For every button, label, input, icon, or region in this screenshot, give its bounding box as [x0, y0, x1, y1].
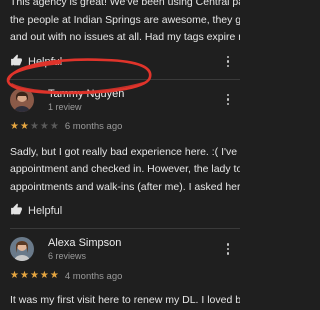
review-item: Alexa Simpson 6 reviews ★ ★ ★ ★ ★ 4 mont… — [0, 229, 250, 310]
star-icon: ★ — [49, 120, 59, 132]
author-name[interactable]: Alexa Simpson — [48, 237, 121, 249]
review-text-line[interactable]: and out with no issues at all. Had my ta… — [10, 29, 240, 47]
review-text-line: Sadly, but I got really bad experience h… — [10, 145, 240, 158]
review-list: This agency is great! We've been using C… — [0, 0, 250, 310]
star-icon: ★ — [29, 120, 39, 132]
helpful-button[interactable]: Helpful — [10, 54, 62, 70]
more-vertical-icon[interactable] — [220, 241, 236, 257]
author-info: Alexa Simpson 6 reviews — [48, 237, 121, 261]
author-row[interactable]: Alexa Simpson 6 reviews — [10, 229, 240, 269]
author-row[interactable]: Tammy Nguyen 1 review — [10, 80, 240, 120]
author-info: Tammy Nguyen 1 review — [48, 88, 124, 112]
author-review-count: 6 reviews — [48, 251, 87, 261]
thumbs-up-icon — [10, 54, 23, 70]
rating-row: ★ ★ ★ ★ ★ 4 months ago — [10, 269, 240, 283]
star-icon: ★ — [19, 120, 29, 132]
star-icon: ★ — [39, 120, 49, 132]
review-text-line: This agency is great! We've been using C… — [10, 0, 240, 8]
star-icon: ★ — [39, 270, 49, 281]
avatar[interactable] — [10, 237, 34, 261]
star-icon: ★ — [10, 270, 19, 281]
more-vertical-icon[interactable] — [220, 54, 236, 70]
helpful-label: Helpful — [28, 55, 63, 68]
review-time: 4 months ago — [64, 270, 123, 282]
review-item: Tammy Nguyen 1 review ★ ★ ★ ★ ★ 6 months… — [0, 80, 250, 229]
review-text-line: appointment and checked in. However, the… — [10, 163, 240, 175]
review-time: 6 months ago — [64, 121, 123, 132]
review-text-line: It was my first visit here to renew my D… — [10, 294, 240, 306]
star-rating: ★ ★ ★ ★ ★ — [10, 271, 59, 281]
review-actions: Helpful — [10, 196, 240, 226]
rating-row: ★ ★ ★ ★ ★ 6 months ago — [10, 120, 240, 134]
review-text-line[interactable]: appointments and walk-ins (after me). I … — [10, 179, 240, 197]
review-actions: Helpful — [10, 47, 240, 77]
more-vertical-icon[interactable] — [220, 92, 236, 108]
review-text-line: the people at Indian Springs are awesome… — [10, 13, 240, 26]
star-rating: ★ ★ ★ ★ ★ — [10, 120, 59, 132]
helpful-label: Helpful — [28, 205, 63, 217]
avatar[interactable] — [10, 87, 34, 112]
review-item: This agency is great! We've been using C… — [0, 0, 250, 80]
star-icon: ★ — [10, 120, 19, 132]
helpful-button[interactable]: Helpful — [10, 203, 62, 219]
thumbs-up-icon — [10, 203, 23, 219]
star-icon: ★ — [19, 270, 29, 281]
star-icon: ★ — [49, 270, 59, 281]
author-name[interactable]: Tammy Nguyen — [48, 88, 124, 100]
author-review-count: 1 review — [48, 101, 82, 112]
star-icon: ★ — [29, 270, 39, 281]
